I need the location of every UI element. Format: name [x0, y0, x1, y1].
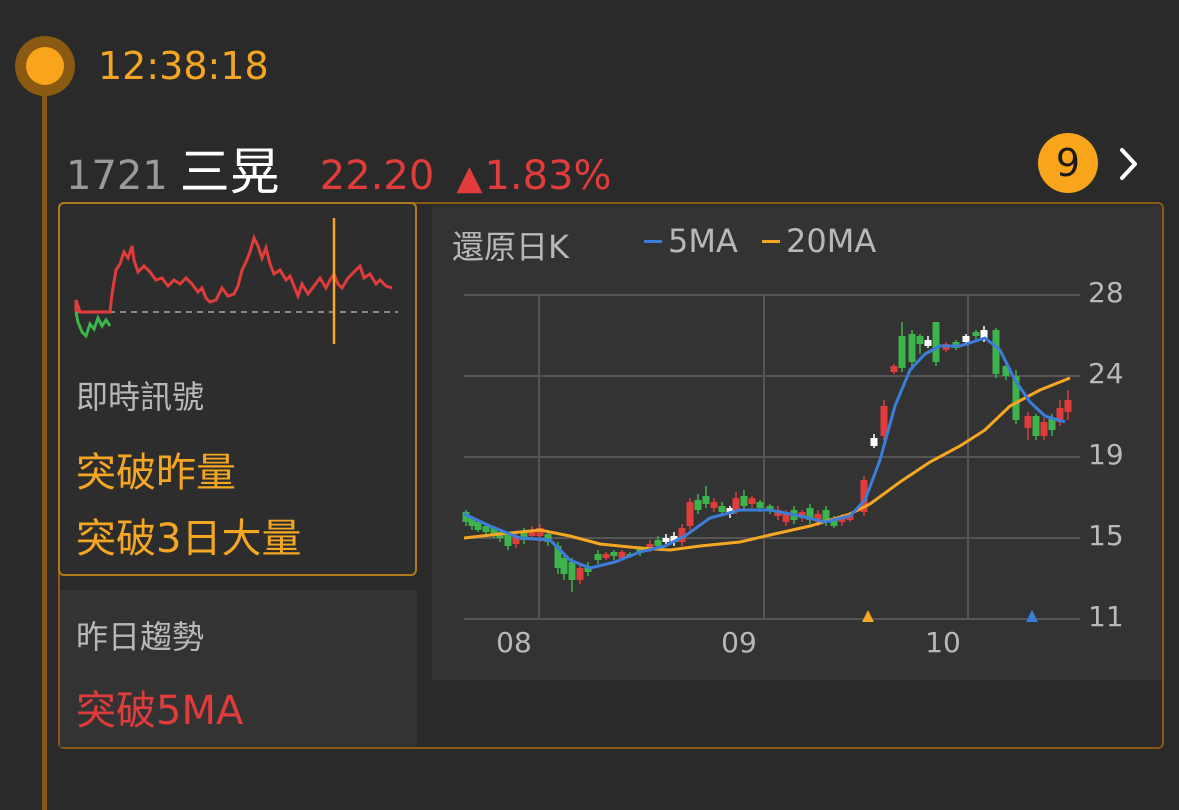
- kchart-markers: [862, 610, 1038, 622]
- kchart-title: 還原日K: [452, 228, 569, 266]
- alert-time: 12:38:18: [98, 44, 269, 88]
- x-tick-label: 10: [925, 626, 961, 659]
- intraday-price-line-up: [74, 233, 393, 314]
- candle-body: [740, 496, 748, 506]
- y-tick-label: 15: [1088, 519, 1124, 552]
- candle-body: [932, 322, 940, 362]
- legend-5ma-label: 5MA: [668, 222, 738, 260]
- candle-body: [702, 496, 710, 504]
- timeline-line: [42, 88, 47, 810]
- candle-body: [748, 498, 756, 504]
- candle-body: [898, 336, 906, 368]
- blue-triangle-icon: [1026, 610, 1038, 622]
- candle-body: [568, 562, 576, 580]
- candle-body: [924, 340, 932, 346]
- legend-20ma-label: 20MA: [786, 222, 877, 260]
- kchart-plot: 28 24 19 15 11 08 09 10: [462, 276, 1124, 659]
- stock-change: ▲1.83%: [456, 153, 611, 199]
- candle-body: [992, 330, 1000, 374]
- chevron-right-icon[interactable]: [1118, 146, 1138, 182]
- candle-body: [576, 568, 584, 580]
- candle-body: [1032, 416, 1040, 436]
- x-axis-labels: 08 09 10: [496, 626, 961, 659]
- candle-body: [654, 540, 662, 546]
- candle-body: [972, 332, 980, 336]
- x-tick-label: 08: [496, 626, 532, 659]
- legend-20ma: 20MA: [762, 222, 876, 260]
- stock-header[interactable]: 1721 三晃 22.20 ▲1.83%: [66, 132, 612, 201]
- signal-item: 突破3日大量: [76, 516, 302, 562]
- candle-body: [686, 502, 694, 526]
- y-tick-label: 28: [1088, 276, 1124, 309]
- candle-body: [908, 334, 916, 362]
- triangle-up-icon: ▲: [456, 158, 483, 198]
- candle-body: [610, 552, 618, 556]
- candle-body: [694, 500, 702, 510]
- stock-code: 1721: [66, 153, 168, 199]
- x-tick-label: 09: [721, 626, 757, 659]
- trend-label: 昨日趨勢: [76, 618, 205, 656]
- candle-body: [870, 438, 878, 446]
- y-axis-labels: 28 24 19 15 11: [1088, 276, 1124, 633]
- signal-item: 突破昨量: [76, 450, 236, 496]
- candle-body: [756, 502, 764, 508]
- signal-count-badge[interactable]: 9: [1038, 133, 1098, 193]
- y-tick-label: 24: [1088, 357, 1124, 390]
- y-tick-label: 19: [1088, 438, 1124, 471]
- trend-value: 突破5MA: [76, 688, 244, 734]
- candle-body: [1064, 400, 1072, 412]
- kchart-grid: [464, 294, 1080, 620]
- intraday-signal-label: 即時訊號: [76, 378, 205, 416]
- stock-name: 三晃: [179, 143, 280, 201]
- timeline-dot-icon: [15, 36, 75, 96]
- candle-body: [662, 538, 670, 542]
- orange-triangle-icon: [862, 610, 874, 622]
- ma20-line: [463, 376, 1071, 552]
- y-tick-label: 11: [1088, 600, 1124, 633]
- intraday-price-line-down: [74, 311, 112, 339]
- candle-body: [962, 336, 970, 342]
- candle-body: [504, 534, 512, 546]
- candle-body: [594, 554, 602, 560]
- candle-body: [602, 554, 610, 558]
- candle-body: [560, 558, 568, 574]
- candle-body: [890, 366, 898, 372]
- candle-body: [732, 498, 740, 510]
- candle-body: [718, 506, 726, 512]
- stock-price: 22.20: [319, 153, 435, 199]
- stock-change-percent: 1.83%: [484, 153, 612, 199]
- candle-body: [1040, 422, 1048, 436]
- candle-body: [710, 502, 718, 508]
- candle-body: [916, 336, 924, 344]
- intraday-sparkline: [74, 218, 398, 344]
- legend-5ma: 5MA: [644, 222, 738, 260]
- candle-body: [1024, 416, 1032, 428]
